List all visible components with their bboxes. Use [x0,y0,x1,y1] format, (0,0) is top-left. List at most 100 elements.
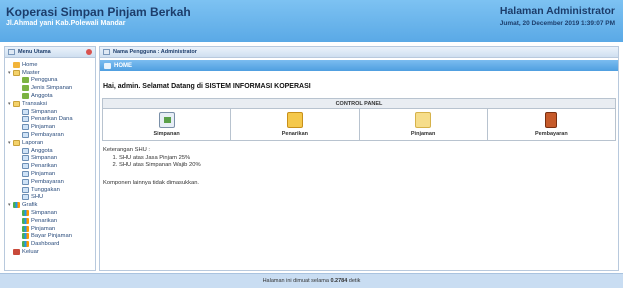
sidebar-item-grafik[interactable]: ▾ Grafik [8,201,95,209]
pinjaman-button[interactable]: Pinjaman [360,109,488,140]
brand: Koperasi Simpan Pinjam Berkah Jl.Ahmad y… [6,5,191,27]
sidebar-item-master[interactable]: ▾ Master [8,69,95,77]
window-icon [103,49,110,55]
doc-icon [22,108,29,115]
envelope-icon [286,112,303,128]
folder-open-icon [415,112,432,128]
welcome-message: Hai, admin. Selamat Datang di SISTEM INF… [103,83,311,90]
sidebar-item-label: Pembayaran [31,132,64,139]
app-address: Jl.Ahmad yani Kab.Polewali Mandar [6,20,126,27]
sidebar-item-pembayaran[interactable]: Pembayaran [8,178,95,186]
sidebar-item-keluar[interactable]: Keluar [8,248,95,256]
shu-item: SHU atas Jasa Pinjam 25% [119,155,201,163]
sidebar-item-pinjaman[interactable]: Pinjaman [8,123,95,131]
sidebar-item-penarikan[interactable]: Penarikan [8,162,95,170]
sidebar-item-transaksi[interactable]: ▾ Transaksi [8,100,95,108]
doc-icon [22,178,29,185]
pembayaran-label: Pembayaran [535,131,568,137]
main-header: Nama Pengguna : Administrator [100,47,618,58]
app-title: Koperasi Simpan Pinjam Berkah [6,5,191,19]
sidebar-item-label: Jenis Simpanan [31,85,73,92]
sidebar-item-label: Pembayaran [31,178,64,185]
sidebar-item-label: Transaksi [22,100,47,107]
main-panel: Nama Pengguna : Administrator HOME Hai, … [99,46,619,271]
sidebar-item-label: Keluar [22,249,39,256]
chart-icon [22,210,29,217]
sidebar: Menu Utama Home ▾ Master Pengguna Jenis Simp… [4,46,96,271]
current-datetime: Jumat, 20 December 2019 1:39:07 PM [499,20,615,27]
menu-tree: Home ▾ Master Pengguna Jenis Simpanan Anggota… [5,58,95,256]
sidebar-item-shu[interactable]: SHU [8,194,95,202]
sidebar-item-penarikan-dana[interactable]: Penarikan Dana [8,116,95,124]
sidebar-item-label: Grafik [22,202,38,209]
sidebar-item-label: Tunggakan [31,186,60,193]
sidebar-item-label: Penarikan Dana [31,116,73,123]
sidebar-item-home[interactable]: Home [8,61,95,69]
simpanan-label: Simpanan [153,131,180,137]
doc-icon [22,132,29,139]
sidebar-title: Menu Utama [18,49,51,55]
user-icon [22,93,29,100]
control-panel: CONTROL PANEL Simpanan Penarikan Pinjama… [102,98,616,141]
sidebar-item-label: Penarikan [31,217,58,224]
home-icon [104,62,111,69]
doc-icon [22,124,29,131]
admin-title: Halaman Administrator [499,5,615,17]
home-icon [13,61,20,68]
user-label: Nama Pengguna : Administrator [113,49,197,55]
sidebar-item-label: Pinjaman [31,225,56,232]
sidebar-item-label: Anggota [31,93,53,100]
pembayaran-button[interactable]: Pembayaran [488,109,615,140]
doc-icon [22,186,29,193]
sidebar-item-pengguna[interactable]: Pengguna [8,77,95,85]
control-panel-row: Simpanan Penarikan Pinjaman Pembayaran [102,109,616,141]
sidebar-item-anggota[interactable]: Anggota [8,92,95,100]
chart-icon [22,217,29,224]
sidebar-item-anggota[interactable]: Anggota [8,147,95,155]
sidebar-item-label: Master [22,69,40,76]
sidebar-item-simpanan[interactable]: Simpanan [8,155,95,163]
sidebar-item-label: Simpanan [31,210,58,217]
collapse-icon[interactable] [86,49,92,55]
chart-icon [13,202,20,209]
sidebar-item-pinjaman[interactable]: Pinjaman [8,170,95,178]
sidebar-item-label: Penarikan [31,163,58,170]
admin-info: Halaman Administrator Jumat, 20 December… [500,5,615,27]
sidebar-item-simpanan[interactable]: Simpanan [8,108,95,116]
shu-note: Komponen lainnya tidak dimasukkan. [103,180,200,186]
sidebar-item-penarikan[interactable]: Penarikan [8,217,95,225]
sidebar-item-label: Anggota [31,147,53,154]
sidebar-item-bayar-pinjaman[interactable]: Bayar Pinjaman [8,233,95,241]
footer-suffix: detik [348,278,361,284]
sidebar-item-tunggakan[interactable]: Tunggakan [8,186,95,194]
sidebar-item-jenis-simpanan[interactable]: Jenis Simpanan [8,84,95,92]
sidebar-item-pinjaman[interactable]: Pinjaman [8,225,95,233]
shu-list: SHU atas Jasa Pinjam 25% SHU atas Simpan… [119,155,201,170]
simpanan-button[interactable]: Simpanan [103,109,232,140]
penarikan-button[interactable]: Penarikan [231,109,360,140]
doc-icon [22,116,29,123]
footer: Halaman ini dimuat selama 0.2784 detik [0,273,623,288]
doc-icon [22,194,29,201]
sidebar-item-laporan[interactable]: ▾ Laporan [8,139,95,147]
sidebar-item-dashboard[interactable]: Dashboard [8,240,95,248]
shu-item: SHU atas Simpanan Wajib 20% [119,162,201,170]
shu-title: Keterangan SHU : [103,147,151,153]
sidebar-item-label: Bayar Pinjaman [31,233,72,240]
sidebar-item-label: Simpanan [31,155,58,162]
sidebar-item-label: Pengguna [31,77,58,84]
app-header: Koperasi Simpan Pinjam Berkah Jl.Ahmad y… [0,0,623,42]
doc-icon [22,147,29,154]
sidebar-item-label: Pinjaman [31,124,56,131]
user-icon [22,85,29,92]
menu-icon [8,49,15,55]
pinjaman-label: Pinjaman [410,131,436,137]
cash-register-icon [158,112,175,128]
sidebar-item-pembayaran[interactable]: Pembayaran [8,131,95,139]
sidebar-item-simpanan[interactable]: Simpanan [8,209,95,217]
folder-icon [13,139,20,146]
sidebar-item-label: Laporan [22,139,44,146]
book-icon [13,249,20,256]
doc-icon [22,171,29,178]
chart-icon [22,233,29,240]
